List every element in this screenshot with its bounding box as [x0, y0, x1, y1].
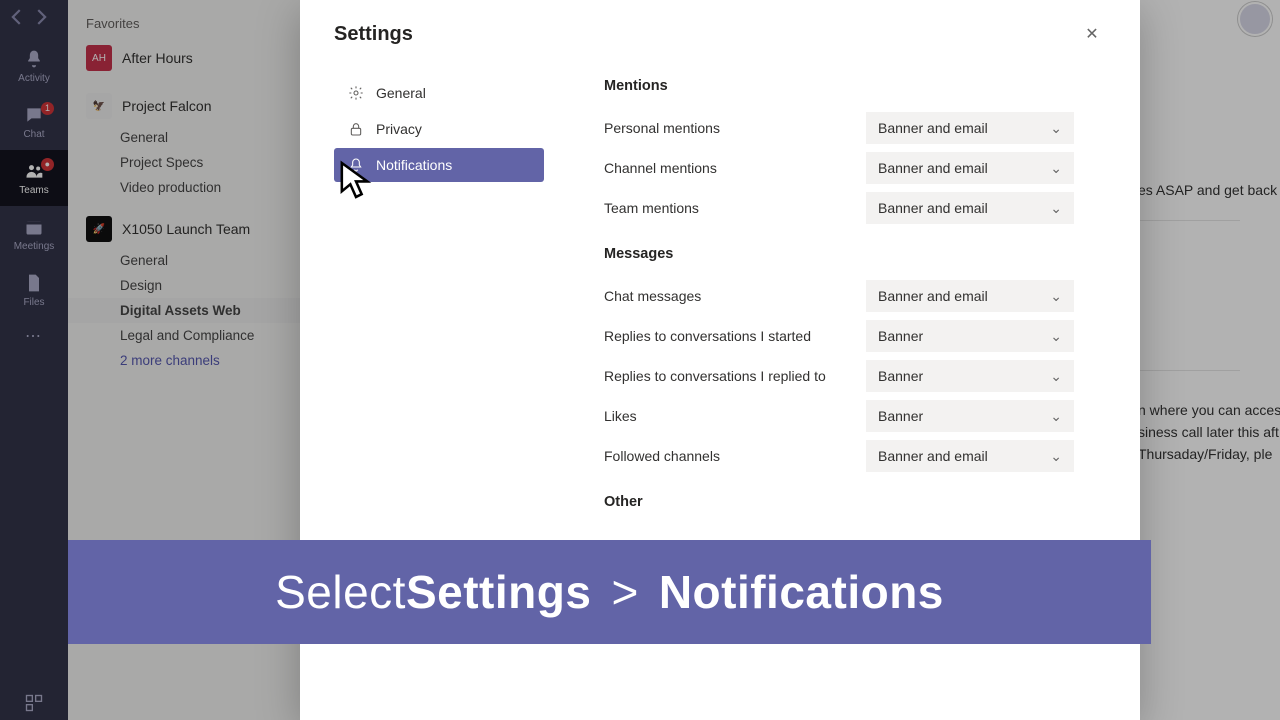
chevron-down-icon: ⌄	[1050, 200, 1062, 217]
settings-nav-label: Privacy	[376, 121, 422, 137]
dropdown-chat-messages[interactable]: Banner and email⌄	[866, 280, 1074, 312]
chevron-down-icon: ⌄	[1050, 328, 1062, 345]
chevron-down-icon: ⌄	[1050, 120, 1062, 137]
banner-text: Notifications	[659, 565, 944, 619]
dropdown-personal-mentions[interactable]: Banner and email⌄	[866, 112, 1074, 144]
settings-nav-notifications[interactable]: Notifications	[334, 148, 544, 182]
row-label: Replies to conversations I replied to	[604, 368, 826, 384]
close-icon: ✕	[1085, 24, 1098, 44]
dropdown-replies-replied[interactable]: Banner⌄	[866, 360, 1074, 392]
dropdown-likes[interactable]: Banner⌄	[866, 400, 1074, 432]
instruction-banner: Select Settings > Notifications	[68, 540, 1151, 644]
row-label: Likes	[604, 408, 637, 424]
section-mentions-title: Mentions	[604, 78, 1106, 94]
section-other-title: Other	[604, 494, 1106, 510]
chevron-down-icon: ⌄	[1050, 408, 1062, 425]
row-label: Personal mentions	[604, 120, 720, 136]
row-label: Team mentions	[604, 200, 699, 216]
settings-nav-general[interactable]: General	[334, 76, 544, 110]
settings-nav-privacy[interactable]: Privacy	[334, 112, 544, 146]
gear-icon	[348, 85, 364, 101]
chevron-down-icon: ⌄	[1050, 448, 1062, 465]
dropdown-channel-mentions[interactable]: Banner and email⌄	[866, 152, 1074, 184]
banner-text: Select	[275, 565, 406, 619]
close-button[interactable]: ✕	[1078, 20, 1106, 48]
row-label: Chat messages	[604, 288, 701, 304]
banner-sep: >	[611, 565, 638, 619]
dropdown-replies-started[interactable]: Banner⌄	[866, 320, 1074, 352]
row-label: Followed channels	[604, 448, 720, 464]
banner-text: Settings	[406, 565, 591, 619]
chevron-down-icon: ⌄	[1050, 288, 1062, 305]
settings-nav-label: Notifications	[376, 157, 452, 173]
lock-icon	[348, 121, 364, 137]
row-label: Channel mentions	[604, 160, 717, 176]
bell-icon	[348, 157, 364, 173]
settings-title: Settings	[334, 23, 413, 46]
row-label: Replies to conversations I started	[604, 328, 811, 344]
settings-nav-label: General	[376, 85, 426, 101]
dropdown-followed-channels[interactable]: Banner and email⌄	[866, 440, 1074, 472]
chevron-down-icon: ⌄	[1050, 368, 1062, 385]
dropdown-team-mentions[interactable]: Banner and email⌄	[866, 192, 1074, 224]
section-messages-title: Messages	[604, 246, 1106, 262]
chevron-down-icon: ⌄	[1050, 160, 1062, 177]
